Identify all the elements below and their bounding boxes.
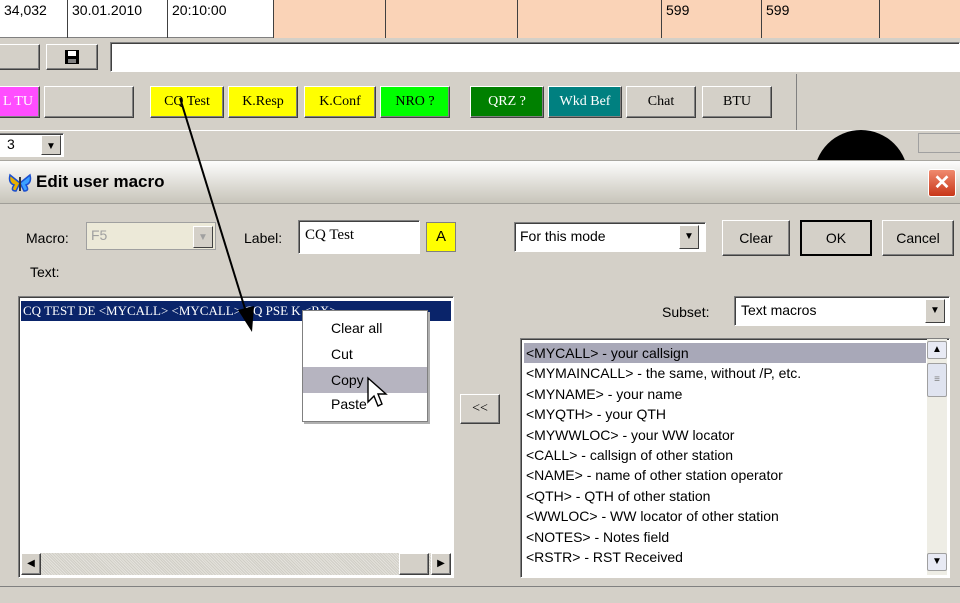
status-strip <box>0 586 960 603</box>
cursor-icon <box>367 376 388 407</box>
annotation-arrow <box>179 97 254 332</box>
